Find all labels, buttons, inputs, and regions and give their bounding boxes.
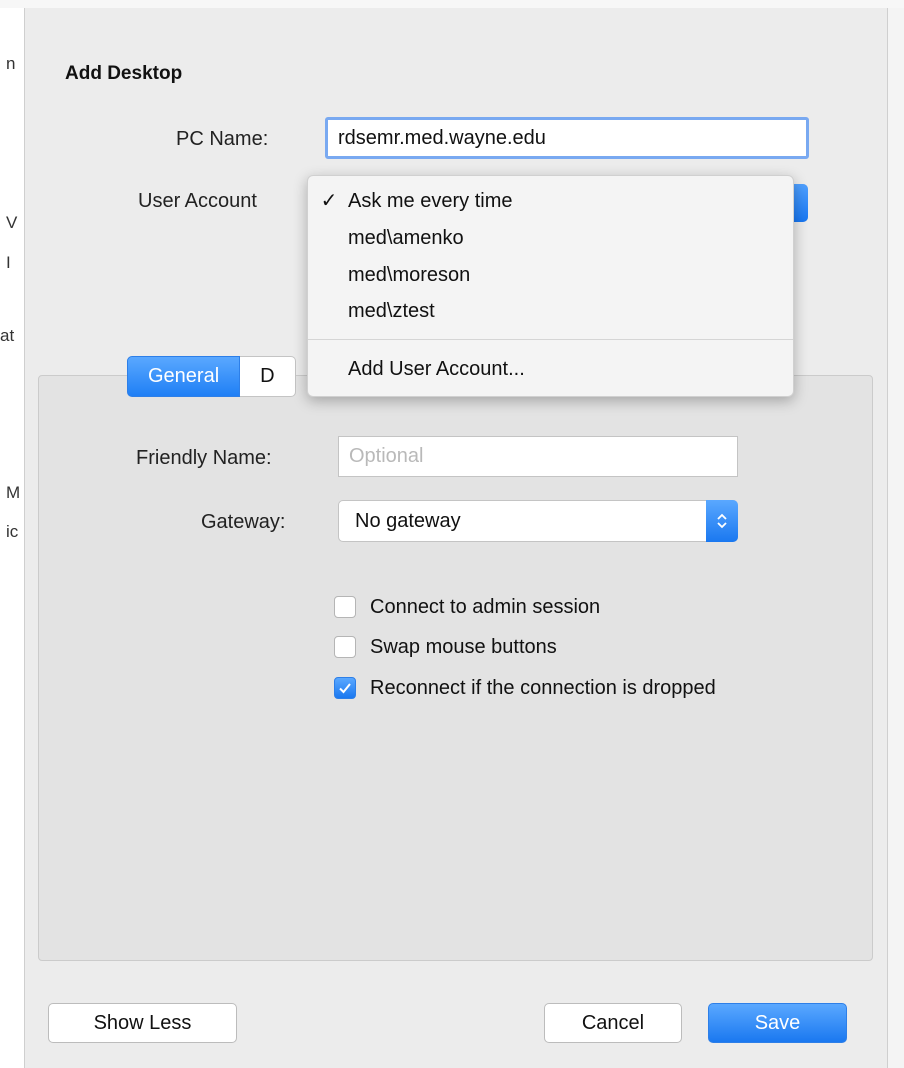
- reconnect-checkbox[interactable]: [334, 677, 356, 699]
- cancel-button[interactable]: Cancel: [544, 1003, 682, 1043]
- background-char: M: [6, 483, 21, 502]
- gateway-value: No gateway: [355, 510, 461, 532]
- background-window-edge: n V I at M ic: [0, 8, 25, 1068]
- friendly-name-input[interactable]: [338, 436, 738, 477]
- show-less-button[interactable]: Show Less: [48, 1003, 237, 1043]
- background-char: n: [6, 54, 16, 73]
- option-label: Reconnect if the connection is dropped: [370, 676, 716, 699]
- checkmark-icon: ✓: [320, 190, 338, 212]
- friendly-name-label: Friendly Name:: [136, 447, 272, 469]
- checkmark-icon: [339, 683, 351, 694]
- background-char: ic: [6, 522, 19, 541]
- window-top-edge: [0, 0, 904, 8]
- right-edge: [888, 8, 904, 1068]
- background-char: at: [0, 326, 15, 345]
- swap-mouse-checkbox[interactable]: [334, 636, 356, 658]
- tab-display[interactable]: D: [240, 356, 296, 397]
- user-account-dropdown-menu: ✓ Ask me every time med\amenko med\mores…: [307, 175, 794, 397]
- gateway-select[interactable]: No gateway: [338, 500, 738, 542]
- option-admin-session[interactable]: Connect to admin session: [334, 592, 600, 622]
- tab-bar: General D: [127, 356, 296, 397]
- option-label: Connect to admin session: [370, 595, 601, 618]
- admin-session-checkbox[interactable]: [334, 596, 356, 618]
- sheet-title: Add Desktop: [65, 63, 183, 84]
- menu-item-ask-every-time[interactable]: ✓ Ask me every time: [308, 184, 793, 218]
- background-char: I: [6, 253, 11, 272]
- menu-item-moreson[interactable]: med\moreson: [308, 258, 793, 292]
- menu-item-add-user-account[interactable]: Add User Account...: [308, 352, 793, 386]
- save-button[interactable]: Save: [708, 1003, 847, 1043]
- pc-name-label: PC Name:: [176, 128, 269, 150]
- user-account-label: User Account: [138, 190, 257, 212]
- menu-separator: [308, 339, 793, 340]
- menu-item-ztest[interactable]: med\ztest: [308, 294, 793, 328]
- option-label: Swap mouse buttons: [370, 635, 557, 658]
- tab-general[interactable]: General: [127, 356, 241, 397]
- pc-name-input[interactable]: [325, 117, 809, 159]
- up-down-chevron-icon: [706, 500, 738, 542]
- menu-item-amenko[interactable]: med\amenko: [308, 221, 793, 255]
- background-char: V: [6, 213, 18, 232]
- option-reconnect[interactable]: Reconnect if the connection is dropped: [334, 673, 716, 703]
- option-swap-mouse[interactable]: Swap mouse buttons: [334, 632, 557, 662]
- gateway-label: Gateway:: [201, 511, 286, 533]
